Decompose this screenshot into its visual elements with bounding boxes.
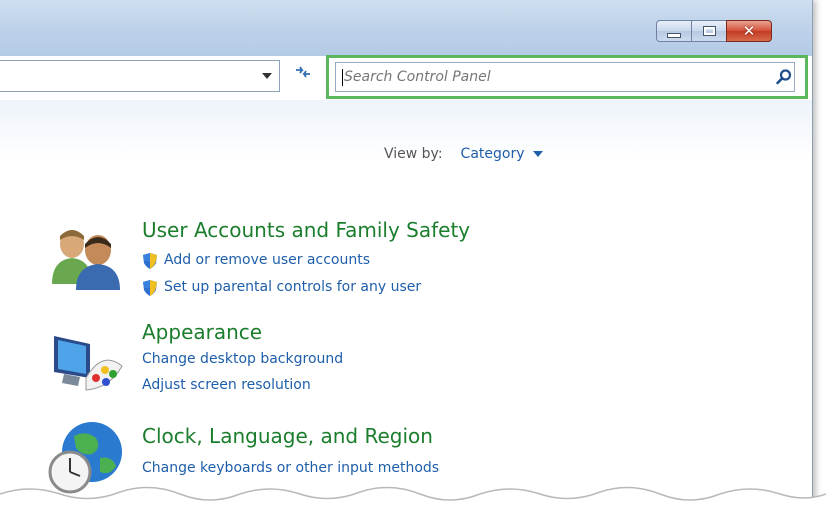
control-panel-window: ✕ View by: Category [0, 0, 813, 522]
view-by-dropdown[interactable]: Category [461, 146, 525, 162]
torn-edge-decoration [0, 486, 826, 522]
close-button[interactable]: ✕ [726, 20, 772, 42]
close-icon: ✕ [742, 21, 756, 40]
monitor-palette-icon [54, 336, 123, 391]
refresh-button[interactable] [290, 64, 316, 88]
view-by-label: View by: [384, 146, 443, 162]
link-change-desktop-background[interactable]: Change desktop background [142, 351, 343, 367]
chevron-down-icon[interactable] [262, 73, 272, 79]
category-title-user-accounts[interactable]: User Accounts and Family Safety [142, 218, 470, 242]
search-icon[interactable] [775, 68, 793, 86]
text-caret [342, 69, 343, 86]
chevron-down-icon[interactable] [532, 151, 543, 157]
maximize-icon [702, 26, 716, 36]
category-title-clock-language-region[interactable]: Clock, Language, and Region [142, 424, 433, 448]
uac-shield-icon [143, 280, 157, 296]
link-change-keyboards[interactable]: Change keyboards or other input methods [142, 460, 439, 476]
maximize-button[interactable] [691, 20, 727, 42]
address-bar[interactable] [0, 60, 280, 92]
screenshot: ✕ View by: Category [0, 0, 826, 522]
search-input[interactable] [335, 62, 795, 92]
link-parental-controls[interactable]: Set up parental controls for any user [164, 279, 421, 295]
uac-shield-icon [143, 253, 157, 269]
link-add-remove-user-accounts[interactable]: Add or remove user accounts [164, 252, 370, 268]
link-adjust-screen-resolution[interactable]: Adjust screen resolution [142, 377, 311, 393]
search-highlight [326, 55, 808, 99]
view-by: View by: Category [384, 146, 543, 162]
minimize-icon [667, 32, 681, 38]
window-controls: ✕ [656, 20, 772, 44]
minimize-button[interactable] [656, 20, 692, 42]
refresh-icon [296, 66, 310, 78]
category-title-appearance[interactable]: Appearance [142, 320, 262, 344]
users-icon [52, 230, 120, 290]
title-bar: ✕ [0, 0, 812, 56]
